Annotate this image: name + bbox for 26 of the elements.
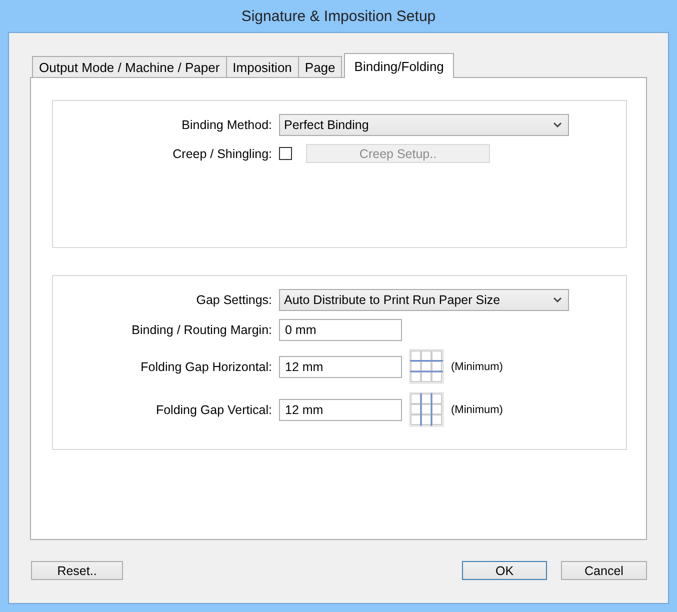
input-field[interactable]: 12 mm (279, 398, 402, 420)
caret-icon (553, 122, 562, 128)
gap-settings-dropdown[interactable]: Auto Distribute to Print Run Paper Size (279, 289, 569, 311)
tab[interactable]: Binding/Folding (344, 53, 454, 78)
tab[interactable]: Output Mode / Machine / Paper (32, 56, 227, 78)
input-field[interactable]: 0 mm (279, 319, 402, 341)
window-title: Signature & Imposition Setup (240, 6, 437, 26)
field-label: Folding Gap Horizontal: (140, 360, 272, 374)
creep-checkbox[interactable] (279, 147, 292, 160)
minimum-note: (Minimum) (451, 360, 503, 372)
field-label: Binding / Routing Margin: (132, 323, 272, 337)
minimum-note: (Minimum) (451, 404, 503, 416)
input-field[interactable]: 12 mm (279, 356, 402, 378)
field-label: Folding Gap Vertical: (156, 402, 272, 416)
caret-icon (553, 297, 562, 303)
field-label: Binding Method: (182, 118, 272, 132)
dialog-button[interactable]: Reset.. (31, 561, 123, 580)
horizontal-gap-icon (409, 349, 444, 384)
binding-method-dropdown[interactable]: Perfect Binding (279, 114, 569, 136)
dialog-button[interactable]: OK (462, 561, 547, 580)
field-label: Creep / Shingling: (172, 146, 272, 160)
vertical-gap-icon (409, 392, 444, 427)
field-label: Gap Settings: (196, 293, 272, 307)
dialog-button[interactable]: Cancel (561, 561, 647, 580)
tab[interactable]: Imposition (226, 56, 299, 78)
tab[interactable]: Page (298, 56, 342, 78)
